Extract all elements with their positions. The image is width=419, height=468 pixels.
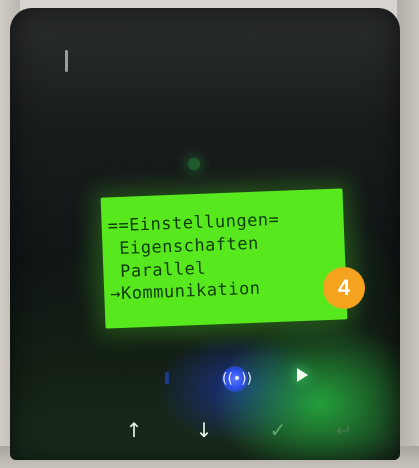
checkmark-icon[interactable]: ✓ — [264, 416, 292, 444]
background-wall-right — [397, 0, 419, 468]
menu-item-parallel[interactable]: Parallel — [109, 259, 207, 283]
step-number-badge: 4 — [323, 267, 365, 309]
status-led-icon — [165, 372, 169, 384]
status-led-icon — [188, 158, 200, 170]
menu-title: ==Einstellungen= — [107, 209, 280, 237]
menu-item-eigenschaften[interactable]: Eigenschaften — [108, 234, 259, 260]
arrow-down-icon[interactable]: ↓ — [190, 416, 218, 444]
lcd-display: ==Einstellungen= Eigenschaften Parallel … — [100, 188, 348, 329]
return-icon[interactable]: ↵ — [330, 416, 358, 444]
glass-reflection — [65, 50, 68, 72]
wireless-icon: ((•)) — [222, 366, 252, 392]
menu-item-kommunikation[interactable]: →Kommunikation — [110, 279, 261, 305]
play-icon — [297, 368, 308, 382]
arrow-up-icon[interactable]: ↑ — [120, 416, 148, 444]
